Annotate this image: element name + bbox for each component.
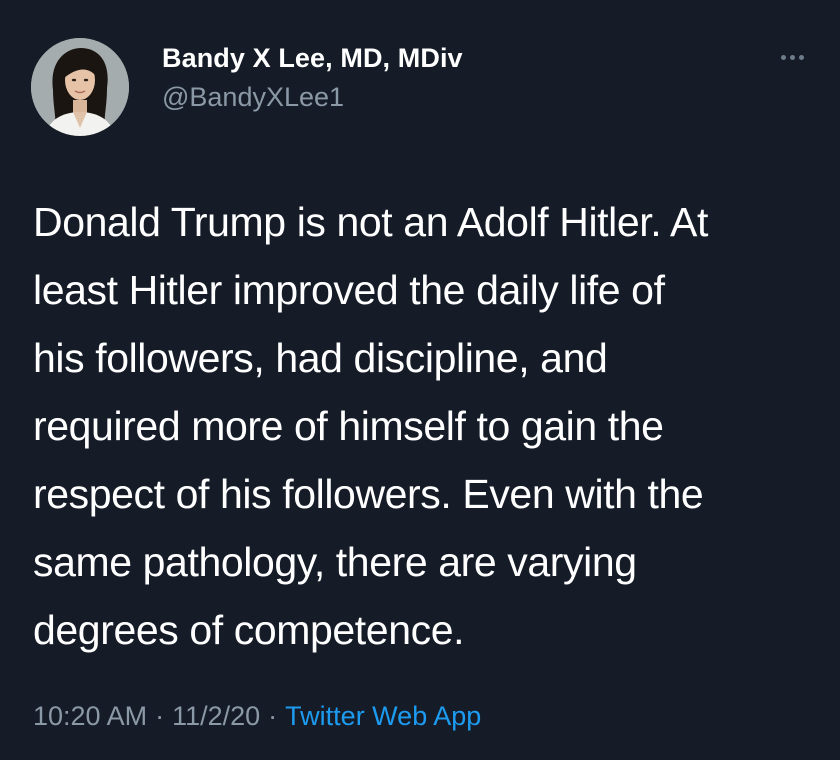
tweet-card: Bandy X Lee, MD, MDiv @BandyXLee1 Donald… (0, 0, 840, 760)
author-handle[interactable]: @BandyXLee1 (162, 82, 344, 113)
tweet-metadata: 10:20 AM · 11/2/20 · Twitter Web App (33, 701, 481, 732)
tweet-text: Donald Trump is not an Adolf Hitler. At … (33, 199, 708, 653)
tweet-time[interactable]: 10:20 AM (33, 701, 147, 731)
avatar[interactable] (31, 38, 129, 136)
author-display-name[interactable]: Bandy X Lee, MD, MDiv (162, 43, 463, 74)
meta-separator: · (155, 701, 165, 731)
tweet-date[interactable]: 11/2/20 (172, 701, 260, 731)
more-dot (798, 54, 804, 60)
meta-separator: · (268, 701, 278, 731)
tweet-source-link[interactable]: Twitter Web App (285, 701, 481, 731)
more-horizontal-icon[interactable] (771, 40, 813, 74)
avatar-portrait (31, 38, 129, 136)
more-dot (780, 54, 786, 60)
more-dot (789, 54, 795, 60)
